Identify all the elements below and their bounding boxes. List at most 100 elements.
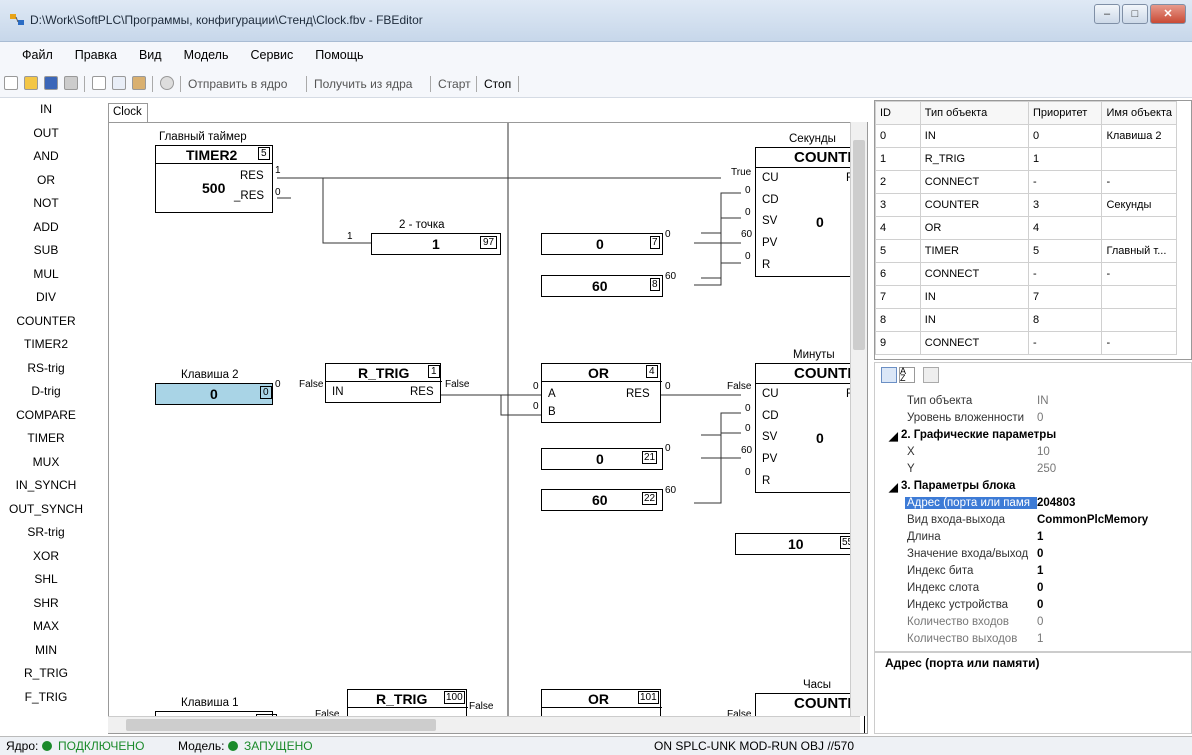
table-cell[interactable]: OR	[919, 216, 1029, 240]
palette-item-mul[interactable]: MUL	[0, 267, 92, 281]
palette-item-out_synch[interactable]: OUT_SYNCH	[0, 502, 92, 516]
table-cell[interactable]: -	[1101, 331, 1177, 355]
prop-slot-value[interactable]: 0	[1037, 582, 1043, 594]
table-cell[interactable]: Главный т...	[1101, 239, 1177, 263]
table-row[interactable]: 0 IN 0 Клавиша 2	[875, 124, 1177, 148]
table-cell[interactable]: -	[1027, 170, 1103, 194]
table-row[interactable]: 6 CONNECT - -	[875, 262, 1177, 286]
palette-item-add[interactable]: ADD	[0, 220, 92, 234]
tab-clock[interactable]: Clock	[108, 103, 148, 123]
categorized-icon[interactable]	[881, 367, 897, 383]
in22-block[interactable]: 60 22	[541, 489, 663, 511]
table-cell[interactable]: 7	[875, 285, 921, 309]
start-button[interactable]: Старт	[438, 77, 471, 91]
palette-item-max[interactable]: MAX	[0, 619, 92, 633]
palette-item-out[interactable]: OUT	[0, 126, 92, 140]
palette-item-in[interactable]: IN	[0, 102, 92, 116]
table-cell[interactable]: 4	[875, 216, 921, 240]
prop-length-value[interactable]: 1	[1037, 531, 1043, 543]
menu-edit[interactable]: Правка	[75, 48, 117, 62]
table-cell[interactable]: 0	[875, 124, 921, 148]
table-row[interactable]: 3 COUNTER 3 Секунды	[875, 193, 1177, 217]
in8-block[interactable]: 60 8	[541, 275, 663, 297]
table-cell[interactable]: IN	[919, 285, 1029, 309]
cut-icon[interactable]	[92, 76, 106, 90]
prop-iovalue-value[interactable]: 0	[1037, 548, 1043, 560]
object-grid[interactable]: ID Тип объекта Приоритет Имя объекта 0 IN…	[874, 100, 1192, 360]
timer2-block[interactable]: TIMER2 5 500 RES _RES	[155, 145, 273, 213]
table-cell[interactable]: 9	[875, 331, 921, 355]
table-cell[interactable]: -	[1027, 331, 1103, 355]
prop-address-value[interactable]: 204803	[1037, 497, 1075, 509]
get-from-core-button[interactable]: Получить из ядра	[314, 77, 412, 91]
palette-item-xor[interactable]: XOR	[0, 549, 92, 563]
diagram-canvas[interactable]: Главный таймер TIMER2 5 500 RES _RES 1 0…	[108, 122, 868, 734]
palette-item-shr[interactable]: SHR	[0, 596, 92, 610]
grid-header-id[interactable]: ID	[875, 101, 921, 125]
help-icon[interactable]	[160, 76, 174, 90]
stop-button[interactable]: Стоп	[484, 77, 511, 91]
table-row[interactable]: 4 OR 4	[875, 216, 1177, 240]
save-icon[interactable]	[44, 76, 58, 90]
palette-item-counter[interactable]: COUNTER	[0, 314, 92, 328]
palette-item-in_synch[interactable]: IN_SYNCH	[0, 478, 92, 492]
palette-item-shl[interactable]: SHL	[0, 572, 92, 586]
counter-minutes-block[interactable]: COUNTER CU R CD SV 0 PV R	[755, 363, 867, 493]
grid-header-priority[interactable]: Приоритет	[1027, 101, 1103, 125]
palette-item-timer2[interactable]: TIMER2	[0, 337, 92, 351]
table-cell[interactable]: CONNECT	[919, 170, 1029, 194]
send-to-core-button[interactable]: Отправить в ядро	[188, 77, 287, 91]
close-button[interactable]: ✕	[1150, 4, 1186, 24]
palette-item-and[interactable]: AND	[0, 149, 92, 163]
palette-item-d-trig[interactable]: D-trig	[0, 384, 92, 398]
table-cell[interactable]: 8	[875, 308, 921, 332]
table-cell[interactable]: IN	[919, 124, 1029, 148]
menu-view[interactable]: Вид	[139, 48, 162, 62]
table-row[interactable]: 8 IN 8	[875, 308, 1177, 332]
point-block[interactable]: 1 97	[371, 233, 501, 255]
palette-item-f_trig[interactable]: F_TRIG	[0, 690, 92, 704]
table-cell[interactable]: 3	[875, 193, 921, 217]
palette-item-r_trig[interactable]: R_TRIG	[0, 666, 92, 680]
sort-alpha-icon[interactable]: AZ	[899, 367, 915, 383]
rtrig1-block[interactable]: R_TRIG 1 IN RES	[325, 363, 442, 403]
menu-help[interactable]: Помощь	[315, 48, 363, 62]
table-row[interactable]: 9 CONNECT - -	[875, 331, 1177, 355]
table-cell[interactable]: TIMER	[919, 239, 1029, 263]
table-cell[interactable]: R_TRIG	[919, 147, 1029, 171]
palette-item-rs-trig[interactable]: RS-trig	[0, 361, 92, 375]
palette-item-min[interactable]: MIN	[0, 643, 92, 657]
prop-x-value[interactable]: 10	[1037, 446, 1050, 458]
table-cell[interactable]: -	[1027, 262, 1103, 286]
counter-seconds-block[interactable]: COUNTER CU R CD SV 0 PV R	[755, 147, 867, 277]
table-cell[interactable]: 5	[875, 239, 921, 263]
grid-header-name[interactable]: Имя объекта	[1101, 101, 1177, 125]
palette-item-compare[interactable]: COMPARE	[0, 408, 92, 422]
table-cell[interactable]: 1	[875, 147, 921, 171]
table-cell[interactable]: CONNECT	[919, 262, 1029, 286]
menu-model[interactable]: Модель	[184, 48, 229, 62]
prop-bit-value[interactable]: 1	[1037, 565, 1043, 577]
palette-item-sub[interactable]: SUB	[0, 243, 92, 257]
new-file-icon[interactable]	[4, 76, 18, 90]
key2-block[interactable]: 0 0	[155, 383, 273, 405]
menu-file[interactable]: Файл	[22, 48, 53, 62]
in7-block[interactable]: 0 7	[541, 233, 663, 255]
table-cell[interactable]: Клавиша 2	[1101, 124, 1177, 148]
grid-header-type[interactable]: Тип объекта	[919, 101, 1029, 125]
canvas-vertical-scrollbar[interactable]	[850, 122, 867, 716]
table-row[interactable]: 5 TIMER 5 Главный т...	[875, 239, 1177, 263]
expand-icon[interactable]: ◢	[889, 480, 898, 494]
table-cell[interactable]: 1	[1027, 147, 1103, 171]
palette-item-timer[interactable]: TIMER	[0, 431, 92, 445]
or4-block[interactable]: OR 4 A B RES	[541, 363, 662, 423]
table-cell[interactable]: 7	[1027, 285, 1103, 309]
palette-item-not[interactable]: NOT	[0, 196, 92, 210]
palette-item-or[interactable]: OR	[0, 173, 92, 187]
copy-icon[interactable]	[112, 76, 126, 90]
prop-device-value[interactable]: 0	[1037, 599, 1043, 611]
table-cell[interactable]: 4	[1027, 216, 1103, 240]
canvas-horizontal-scrollbar[interactable]	[108, 716, 860, 733]
open-folder-icon[interactable]	[24, 76, 38, 90]
table-cell[interactable]: 2	[875, 170, 921, 194]
